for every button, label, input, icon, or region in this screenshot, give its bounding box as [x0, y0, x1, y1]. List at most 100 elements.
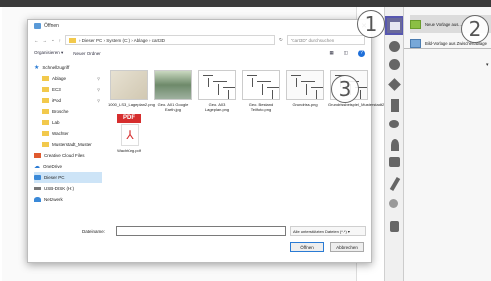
file-item[interactable]: Geo. A01 Google Earth.jpg [152, 70, 194, 112]
pc-icon [34, 175, 41, 180]
file-item[interactable]: Grundriss.png [284, 70, 326, 107]
folder-icon [42, 131, 49, 136]
file-name: Geo. A01 Google Earth.jpg [157, 102, 189, 112]
folder-icon [42, 109, 49, 114]
file-item[interactable]: Geo. A03 Lageplan.png [196, 70, 238, 112]
pin-icon: ⚲ [97, 98, 100, 103]
menu-item-label: Neue Vorlage aus... [425, 21, 462, 27]
filetype-select[interactable]: Alle unterstützten Dateien (*.*) ▾ [290, 226, 366, 236]
file-thumbnail [198, 70, 236, 100]
sidebar-item[interactable]: ★ Schnellzugriff [34, 62, 102, 73]
sidebar-item[interactable]: Ablage ⚲ [34, 73, 102, 84]
sidebar-item-label: Brosche [52, 109, 69, 114]
pdf-file-icon: ⅄ PDF [117, 114, 141, 146]
file-item[interactable]: Geo. Bestand Teilfoto.png [240, 70, 282, 112]
sidebar-item[interactable]: EC3 ⚲ [34, 84, 102, 95]
file-name: 1000_LS3_Lageplan2.png [108, 102, 155, 107]
drive-icon [34, 187, 41, 190]
sidebar-item[interactable]: Dieser PC [34, 172, 102, 183]
view-icon[interactable]: ▦ [329, 50, 333, 56]
pin-icon[interactable] [391, 139, 399, 151]
chevron-down-icon[interactable]: ▾ [486, 62, 489, 68]
dialog-title-text: Öffnen [44, 23, 59, 29]
file-thumbnail [154, 70, 192, 100]
book-icon[interactable] [390, 221, 399, 232]
camera-icon[interactable] [389, 59, 400, 70]
chevron-down-icon[interactable]: ⌄ [51, 37, 55, 43]
sidebar-item-label: Lab [52, 120, 60, 125]
template-icon [410, 19, 421, 29]
folder-icon [42, 120, 49, 125]
file-list: 1000_LS3_Lageplan2.png Geo. A01 Google Ea… [108, 62, 397, 212]
sidebar-item[interactable]: Lab [34, 117, 102, 128]
file-name: Grundrissbeispiel_Musterstadt2009.jpg [328, 102, 398, 107]
file-item[interactable]: 1000_LS3_Lageplan2.png [108, 70, 155, 107]
sidebar-item[interactable]: Musterstadt_Muster [34, 139, 102, 150]
refresh-icon[interactable]: ↻ [279, 37, 283, 43]
sidebar-item[interactable]: Brosche [34, 106, 102, 117]
cloud-folder-icon [34, 153, 41, 158]
cancel-button[interactable]: Abbrechen [330, 242, 364, 252]
template-tool-button[interactable] [385, 16, 404, 35]
brush-icon[interactable] [389, 176, 401, 192]
folder-icon [42, 76, 49, 81]
file-thumbnail [242, 70, 280, 100]
pointer-icon[interactable] [388, 78, 401, 91]
new-folder-button[interactable]: Neuer Ordner [73, 51, 101, 56]
filename-label: Dateiname: [82, 229, 106, 234]
dialog-footer: Dateiname: Alle unterstützten Dateien (*… [34, 225, 366, 261]
sidebar-item-label: Dieser PC [44, 175, 65, 180]
preview-pane-icon[interactable]: ◫ [344, 50, 348, 56]
up-icon[interactable]: ↑ [59, 38, 61, 43]
callout-badge-1: 1 [357, 10, 385, 38]
file-item[interactable]: ⅄ PDF Wachtürg.pdf [108, 114, 150, 153]
navigation-pane: ★ Schnellzugriff Ablage ⚲ EC3 ⚲ iPod ⚲ Brosche La… [34, 62, 102, 222]
sidebar-item[interactable]: Netzwerk [34, 194, 102, 205]
sidebar-item-label: Musterstadt_Muster [52, 142, 92, 147]
hand-icon[interactable] [389, 41, 400, 52]
sidebar-item[interactable]: Creative Cloud Files [34, 150, 102, 161]
organize-button[interactable]: Organisieren ▾ [34, 50, 63, 56]
pin-icon: ⚲ [97, 76, 100, 81]
path-breadcrumb[interactable]: › Dieser PC › System (C:) › Ablage › car… [65, 35, 276, 45]
sidebar-item-label: Ablage [52, 76, 67, 81]
template-panel: Neue Vorlage aus... Bild-Vorlage aus Zwi… [403, 7, 491, 281]
forward-icon[interactable]: → [43, 38, 48, 43]
top-bar [0, 0, 491, 7]
gear-icon[interactable] [389, 157, 400, 167]
sidebar-item-label: OneDrive [43, 164, 63, 169]
help-icon[interactable]: ? [358, 49, 365, 57]
search-placeholder: "cart3D" durchsuchen [290, 37, 335, 43]
cloud-icon: ☁ [34, 164, 40, 170]
sidebar-item-label: iPod [52, 98, 62, 103]
folder-icon [42, 142, 49, 147]
dialog-toolbar: Organisieren ▾ Neuer Ordner ▦ ◫ ? [34, 49, 365, 57]
callout-badge-2: 2 [461, 15, 489, 43]
sidebar-item[interactable]: Wachter [34, 128, 102, 139]
screen: Öffnen ✕ ← → ⌄ ↑ › Dieser PC › System (C… [0, 0, 491, 281]
search-input[interactable]: "cart3D" durchsuchen [286, 35, 365, 45]
sidebar-item-label: Wachter [52, 131, 69, 136]
file-name: Wachtürg.pdf [117, 148, 141, 153]
sidebar-item-label: USB-DISK (H:) [44, 186, 75, 191]
filename-input[interactable] [116, 226, 286, 236]
file-name: Geo. A03 Lageplan.png [204, 102, 230, 112]
file-name: Grundriss.png [292, 102, 318, 107]
roll-icon[interactable] [389, 120, 399, 128]
bottle-icon[interactable] [391, 99, 399, 112]
clipboard-icon [410, 38, 421, 48]
sidebar-item[interactable]: iPod ⚲ [34, 95, 102, 106]
sidebar-item[interactable]: ☁ OneDrive [34, 161, 102, 172]
folder-icon [69, 37, 77, 43]
pin-icon: ⚲ [97, 87, 100, 92]
open-button[interactable]: Öffnen [290, 242, 324, 252]
back-icon[interactable]: ← [34, 38, 39, 43]
sidebar-item-label: EC3 [52, 87, 61, 92]
open-file-dialog: Öffnen ✕ ← → ⌄ ↑ › Dieser PC › System (C… [27, 19, 397, 263]
file-thumbnail [286, 70, 324, 100]
address-bar: ← → ⌄ ↑ › Dieser PC › System (C:) › Abla… [34, 35, 365, 45]
eraser-icon[interactable] [389, 199, 398, 208]
sidebar-item-label: Schnellzugriff [42, 65, 70, 70]
separator [404, 48, 491, 49]
sidebar-item[interactable]: USB-DISK (H:) [34, 183, 102, 194]
